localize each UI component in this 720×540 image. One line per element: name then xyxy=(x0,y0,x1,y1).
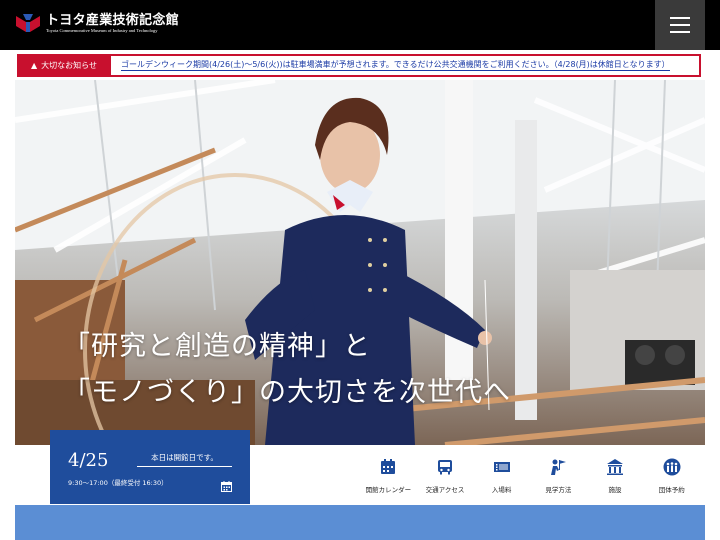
page: トヨタ産業技術記念館 Toyota Commemorative Museum o… xyxy=(0,0,720,540)
hero-heading-line1: 「研究と創造の精神」と xyxy=(63,331,371,362)
quick-nav-access[interactable]: 交通アクセス xyxy=(417,458,474,498)
opening-status: 本日は開館日です。 xyxy=(137,452,232,467)
important-notice: ▲ 大切なお知らせ ゴールデンウィーク期間(4/26(土)〜5/6(火))は駐車… xyxy=(17,54,701,77)
quick-nav-label: 交通アクセス xyxy=(425,486,465,494)
notice-link[interactable]: ゴールデンウィーク期間(4/26(土)〜5/6(火))は駐車場満車が予想されます… xyxy=(121,60,670,71)
hamburger-icon-line xyxy=(670,31,690,33)
today-date: 4/25 xyxy=(68,450,109,471)
quick-nav-label: 開館カレンダー xyxy=(365,486,412,494)
warning-icon: ▲ xyxy=(31,61,38,70)
group-icon xyxy=(663,458,681,476)
building-icon xyxy=(607,459,624,475)
quick-nav-admission[interactable]: 入場料 xyxy=(473,458,530,498)
guide-icon xyxy=(551,459,567,475)
hamburger-icon xyxy=(670,17,690,19)
logo-title: トヨタ産業技術記念館 xyxy=(46,12,180,28)
quick-nav-group-booking[interactable]: 団体予約 xyxy=(643,458,700,498)
quick-nav-label: 見学方法 xyxy=(545,486,572,494)
hero-image: 「研究と創造の精神」と 「モノづくり」の大切さを次世代へ xyxy=(15,80,705,445)
quick-nav-label: 団体予約 xyxy=(658,486,685,494)
menu-button[interactable] xyxy=(655,0,705,50)
quick-nav-label: 入場料 xyxy=(491,486,512,494)
quick-nav-calendar[interactable]: 開館カレンダー xyxy=(360,458,417,498)
notice-label-text: 大切なお知らせ xyxy=(41,61,97,70)
calendar-icon[interactable] xyxy=(221,477,232,492)
quick-nav-guide[interactable]: 見学方法 xyxy=(530,458,587,498)
site-logo[interactable]: トヨタ産業技術記念館 Toyota Commemorative Museum o… xyxy=(14,12,179,34)
opening-hours: 9:30〜17:00（最終受付 16:30） xyxy=(68,479,168,487)
opening-info-box: 4/25 本日は開館日です。 9:30〜17:00（最終受付 16:30） xyxy=(50,430,250,504)
calendar-icon xyxy=(381,459,396,474)
quick-nav: 開館カレンダー 交通アクセス 入場料 見学方法 施設 団体予約 xyxy=(360,458,700,498)
logo-subtitle: Toyota Commemorative Museum of Industry … xyxy=(46,27,158,33)
site-header: トヨタ産業技術記念館 Toyota Commemorative Museum o… xyxy=(0,0,720,50)
ticket-icon xyxy=(493,462,510,472)
bus-icon xyxy=(438,460,452,475)
content-band xyxy=(15,505,705,540)
hamburger-icon-line xyxy=(670,24,690,26)
logo-mark-icon xyxy=(14,12,42,34)
quick-nav-label: 施設 xyxy=(608,486,622,494)
hero-heading-line2: 「モノづくり」の大切さを次世代へ xyxy=(63,377,511,408)
quick-nav-facilities[interactable]: 施設 xyxy=(587,458,644,498)
notice-label: ▲ 大切なお知らせ xyxy=(19,56,111,75)
